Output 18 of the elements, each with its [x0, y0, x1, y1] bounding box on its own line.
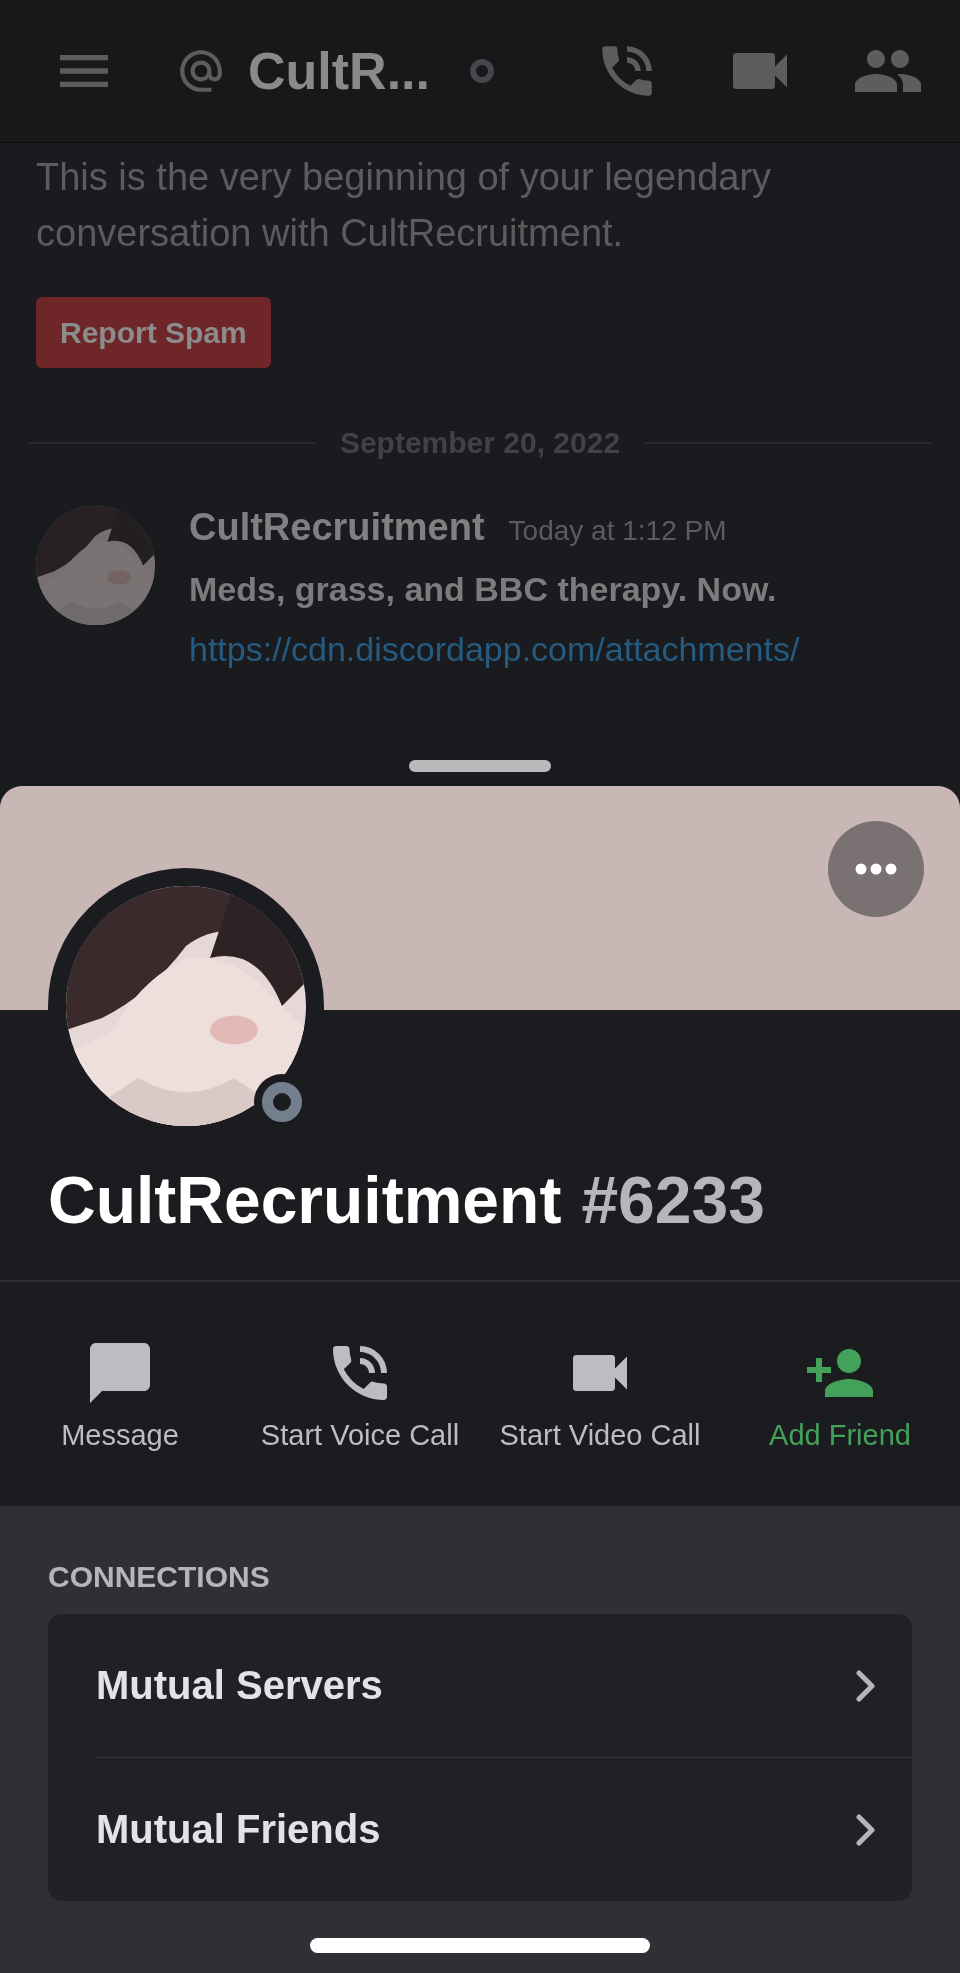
chevron-right-icon: [856, 1669, 876, 1702]
discriminator: #6233: [581, 1162, 765, 1238]
action-button[interactable]: Add Friend: [720, 1336, 960, 1452]
drag-handle[interactable]: [409, 760, 551, 772]
message-author[interactable]: CultRecruitment: [189, 506, 485, 549]
section-title: CONNECTIONS: [48, 1560, 271, 1594]
list-item[interactable]: Mutual Friends: [96, 1807, 381, 1852]
action-button[interactable]: Start Voice Call: [240, 1336, 480, 1452]
list-item[interactable]: Mutual Servers: [96, 1663, 383, 1708]
message-text: Meds, grass, and BBC therapy. Now. https://cdn.discordapp.com/attachments/: [189, 559, 924, 679]
channel-title: CultR...: [248, 41, 430, 101]
action-button[interactable]: Start Video Call: [480, 1336, 720, 1452]
profile-username: CultRecruitment: [48, 1162, 562, 1238]
conversation-intro: This is the very beginning of your legendary conversation with CultRecruitment.: [36, 155, 773, 256]
chevron-right-icon: [856, 1813, 876, 1846]
message-time: Today at 1:12 PM: [508, 515, 727, 547]
more-icon: [855, 863, 897, 875]
action-button[interactable]: Message: [0, 1336, 240, 1452]
